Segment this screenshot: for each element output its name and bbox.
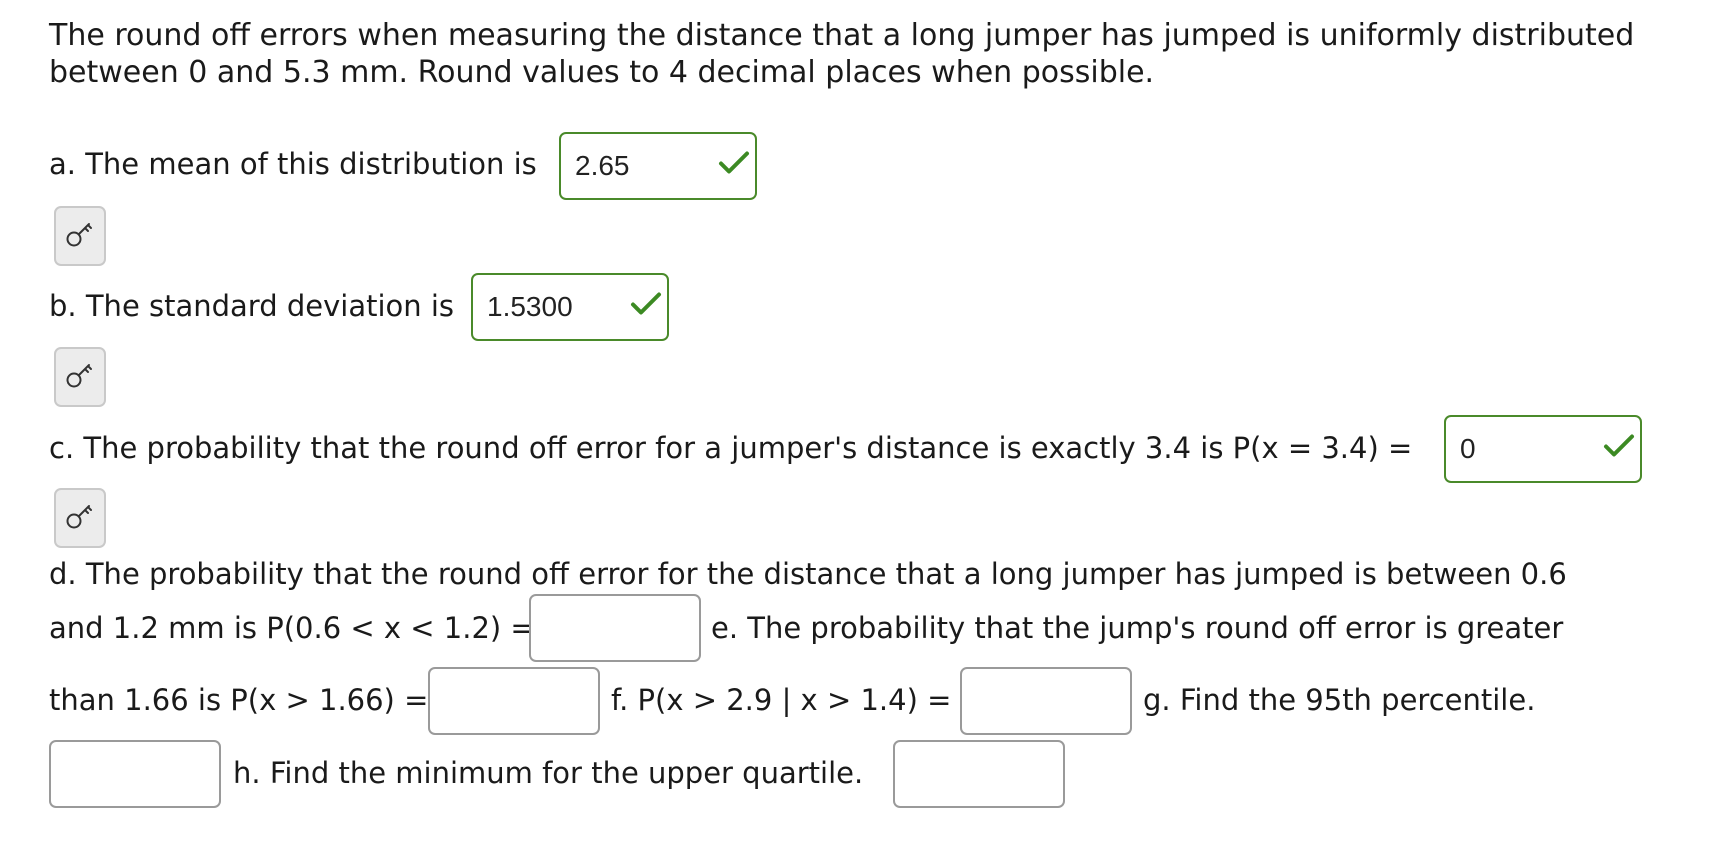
part-g-label: g. Find the 95th percentile. <box>1143 683 1536 717</box>
checkmark-icon <box>717 149 751 184</box>
part-e-label-line-1: e. The probability that the jump's round… <box>711 611 1564 645</box>
part-c-hint-button[interactable] <box>54 488 106 548</box>
part-b-hint-button[interactable] <box>54 347 106 407</box>
part-d-label-line-2: and 1.2 mm is P(0.6 < x < 1.2) = <box>49 611 535 645</box>
part-h-label: h. Find the minimum for the upper quarti… <box>233 756 864 790</box>
part-c-label: c. The probability that the round off er… <box>49 431 1413 465</box>
part-b-label: b. The standard deviation is <box>49 289 455 323</box>
question-intro: The round off errors when measuring the … <box>49 17 1709 91</box>
part-f-label: f. P(x > 2.9 | x > 1.4) = <box>611 683 952 717</box>
part-c-answer-value: 0 <box>1460 433 1476 464</box>
part-f-answer-input[interactable] <box>960 667 1132 735</box>
part-g-answer-input[interactable] <box>49 740 221 808</box>
key-icon <box>64 500 96 536</box>
part-h-answer-input[interactable] <box>893 740 1065 808</box>
part-d-label-line-1: d. The probability that the round off er… <box>49 557 1567 591</box>
intro-line-2: between 0 and 5.3 mm. Round values to 4 … <box>49 55 1155 90</box>
part-b-answer-value: 1.5300 <box>487 291 573 322</box>
part-e-answer-input[interactable] <box>428 667 600 735</box>
part-c-answer-field[interactable]: 0 <box>1444 415 1642 483</box>
intro-line-1: The round off errors when measuring the … <box>49 18 1635 53</box>
part-a-answer-field[interactable]: 2.65 <box>559 132 757 200</box>
part-a-label: a. The mean of this distribution is <box>49 147 537 181</box>
checkmark-icon <box>1602 432 1636 467</box>
part-a-hint-button[interactable] <box>54 206 106 266</box>
part-d-answer-input[interactable] <box>529 594 701 662</box>
part-b-answer-field[interactable]: 1.5300 <box>471 273 669 341</box>
part-a-answer-value: 2.65 <box>575 150 630 181</box>
key-icon <box>64 359 96 395</box>
part-e-label-line-2: than 1.66 is P(x > 1.66) = <box>49 683 429 717</box>
key-icon <box>64 218 96 254</box>
checkmark-icon <box>629 290 663 325</box>
